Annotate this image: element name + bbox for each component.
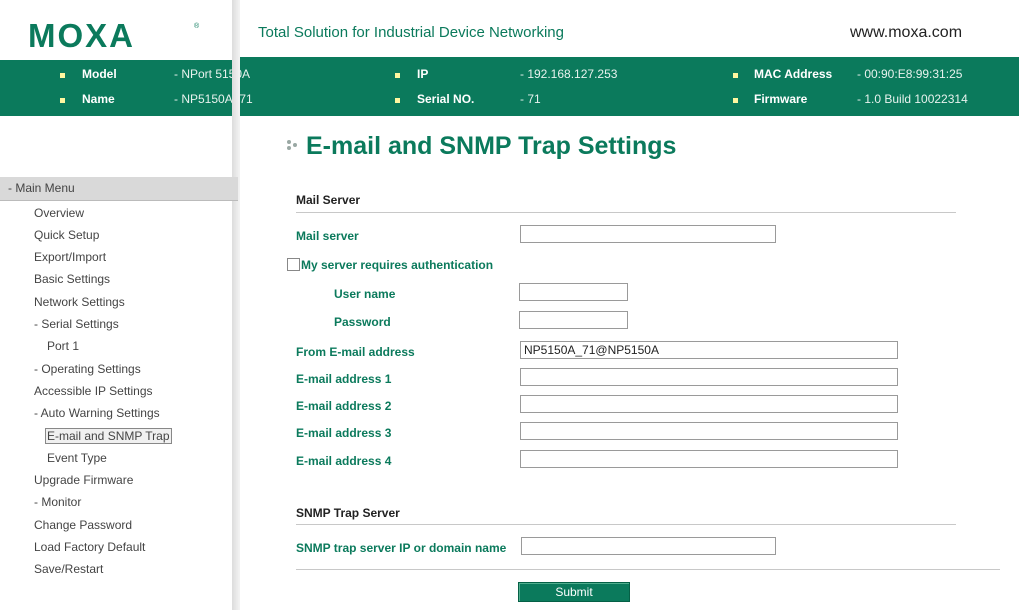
serial-value: - 71 (520, 92, 541, 106)
submit-button[interactable]: Submit (518, 582, 630, 602)
mac-label: MAC Address (754, 67, 833, 81)
sidebar-item-auto-warning[interactable]: - Auto Warning Settings (34, 406, 160, 420)
sidebar-item-quick-setup[interactable]: Quick Setup (34, 228, 99, 242)
form-divider (296, 569, 1000, 570)
email-3-input[interactable] (520, 422, 898, 440)
bullet-icon (395, 98, 400, 103)
sidebar-item-basic-settings[interactable]: Basic Settings (34, 272, 110, 286)
email-2-label: E-mail address 2 (296, 399, 392, 413)
bullet-icon (60, 98, 65, 103)
snmp-server-label: SNMP trap server IP or domain name (296, 541, 507, 555)
page-title: E-mail and SNMP Trap Settings (306, 132, 677, 160)
email-4-label: E-mail address 4 (296, 454, 392, 468)
serial-label: Serial NO. (417, 92, 475, 106)
sidebar-divider (232, 0, 240, 610)
sidebar-item-overview[interactable]: Overview (34, 206, 84, 220)
email-1-input[interactable] (520, 368, 898, 386)
sidebar-item-upgrade-firmware[interactable]: Upgrade Firmware (34, 473, 133, 487)
bullet-icon (60, 73, 65, 78)
ip-value: - 192.168.127.253 (520, 67, 618, 81)
logo-text: MOXA (28, 18, 135, 52)
main-menu-label: - Main Menu (8, 181, 75, 195)
sidebar-item-email-snmp-trap[interactable]: E-mail and SNMP Trap (45, 428, 172, 444)
website-link[interactable]: www.moxa.com (850, 24, 962, 42)
section-divider (296, 524, 956, 525)
sidebar-item-port-1[interactable]: Port 1 (47, 339, 79, 353)
sidebar-item-export-import[interactable]: Export/Import (34, 250, 106, 264)
sidebar-item-save-restart[interactable]: Save/Restart (34, 562, 103, 576)
password-label: Password (334, 315, 391, 329)
from-email-label: From E-mail address (296, 345, 415, 359)
snmp-server-input[interactable] (521, 537, 776, 555)
username-label: User name (334, 287, 396, 301)
mail-server-input[interactable] (520, 225, 776, 243)
auth-checkbox[interactable] (287, 258, 300, 271)
snmp-section-title: SNMP Trap Server (296, 506, 400, 520)
main-menu-header[interactable]: - Main Menu (0, 177, 238, 201)
firmware-label: Firmware (754, 92, 808, 106)
bullet-icon (733, 73, 738, 78)
sidebar-item-network-settings[interactable]: Network Settings (34, 295, 125, 309)
bullet-icon (733, 98, 738, 103)
sidebar-item-accessible-ip[interactable]: Accessible IP Settings (34, 384, 153, 398)
name-value: - NP5150A_71 (174, 92, 253, 106)
sidebar-item-load-factory-default[interactable]: Load Factory Default (34, 540, 145, 554)
title-dots-icon (287, 140, 297, 150)
sidebar-item-monitor[interactable]: - Monitor (34, 495, 81, 509)
username-input[interactable] (519, 283, 628, 301)
tagline: Total Solution for Industrial Device Net… (258, 24, 564, 41)
mail-server-section-title: Mail Server (296, 193, 361, 207)
mail-server-label: Mail server (296, 229, 359, 243)
email-3-label: E-mail address 3 (296, 426, 392, 440)
model-label: Model (82, 67, 117, 81)
name-label: Name (82, 92, 115, 106)
email-4-input[interactable] (520, 450, 898, 468)
ip-label: IP (417, 67, 429, 81)
sidebar-item-event-type[interactable]: Event Type (47, 451, 107, 465)
sidebar-item-serial-settings[interactable]: - Serial Settings (34, 317, 119, 331)
email-1-label: E-mail address 1 (296, 372, 392, 386)
svg-text:®: ® (194, 22, 200, 30)
password-input[interactable] (519, 311, 628, 329)
device-info-bar: Model - NPort 5150A IP - 192.168.127.253… (0, 60, 1019, 116)
sidebar-item-change-password[interactable]: Change Password (34, 518, 132, 532)
firmware-value: - 1.0 Build 10022314 (857, 92, 968, 106)
sidebar-item-operating-settings[interactable]: - Operating Settings (34, 362, 141, 376)
from-email-input[interactable] (520, 341, 898, 359)
email-2-input[interactable] (520, 395, 898, 413)
bullet-icon (395, 73, 400, 78)
auth-label[interactable]: My server requires authentication (301, 258, 493, 272)
section-divider (296, 212, 956, 213)
moxa-logo: MOXA ® (28, 18, 200, 52)
mac-value: - 00:90:E8:99:31:25 (857, 67, 963, 81)
